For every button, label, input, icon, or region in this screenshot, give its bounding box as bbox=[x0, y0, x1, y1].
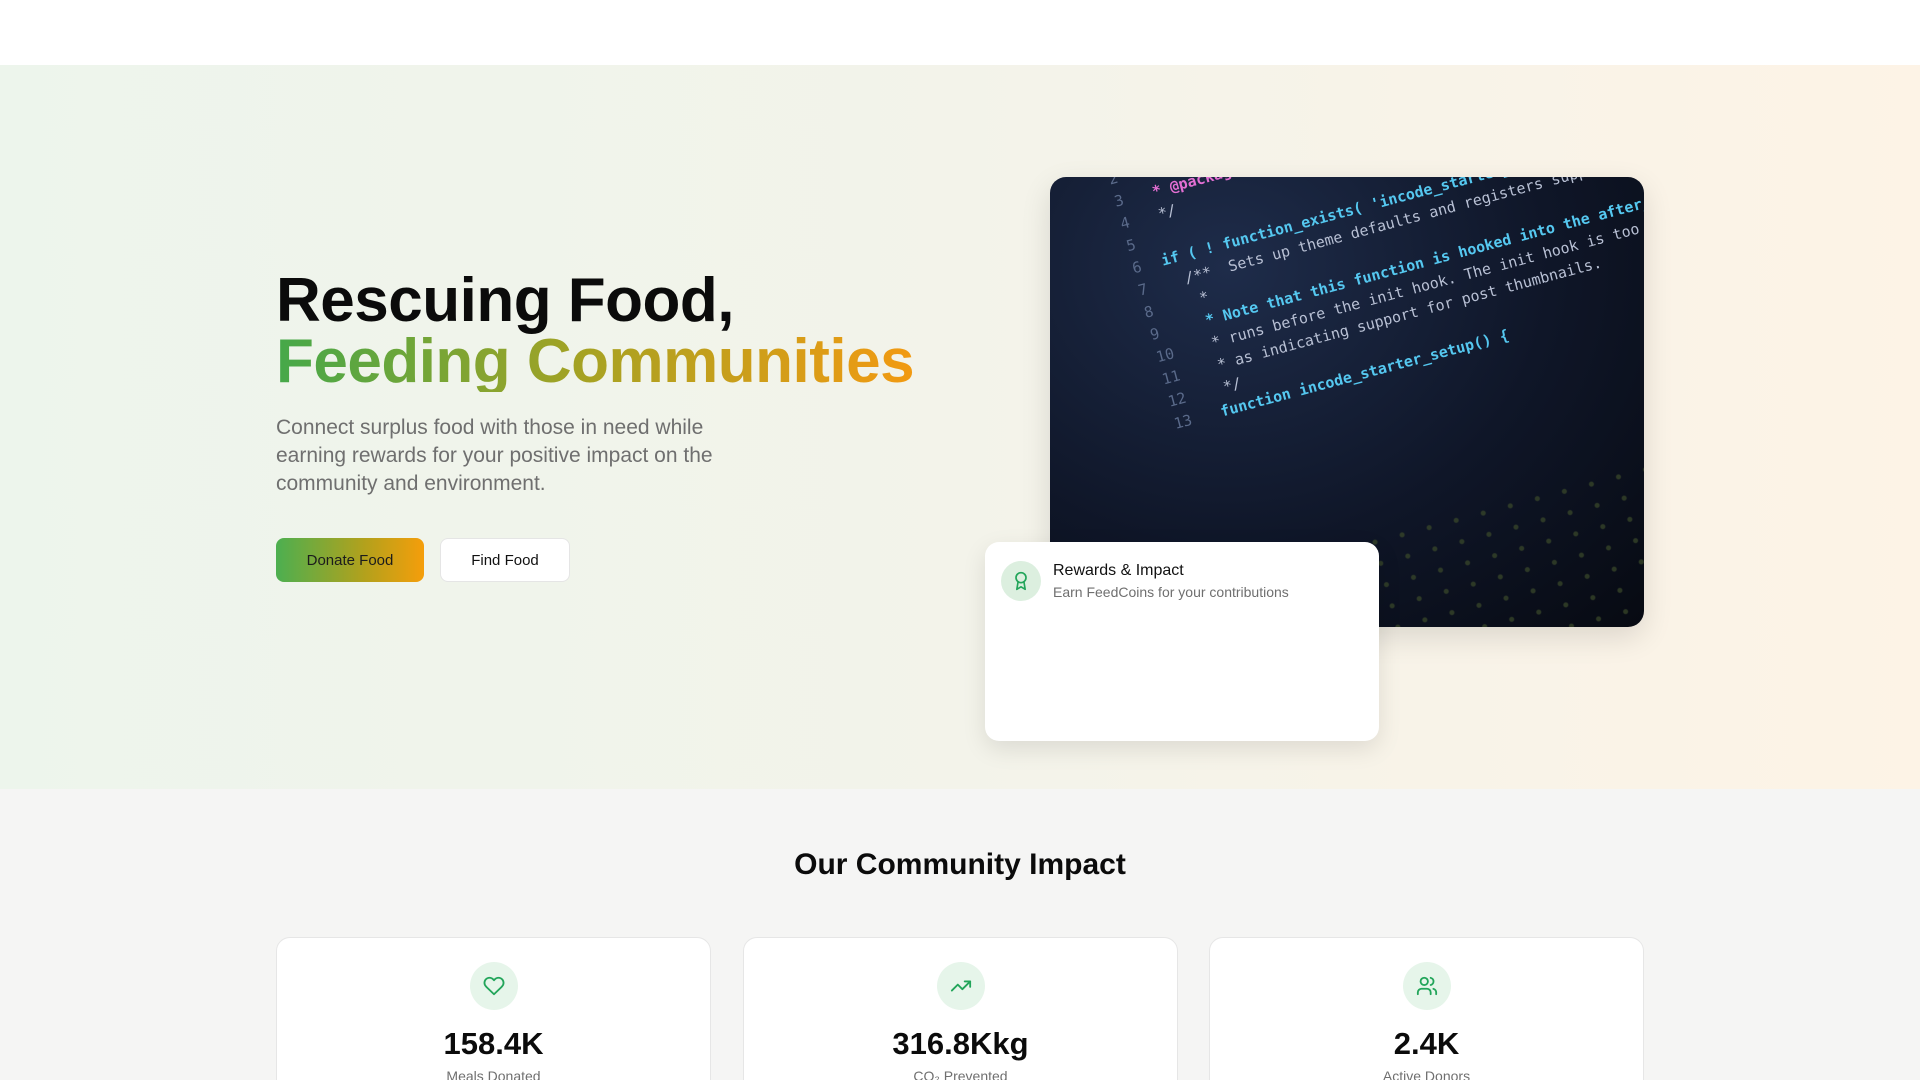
hero-title-line-1: Rescuing Food, bbox=[276, 266, 735, 335]
stat-label: CO₂ Prevented bbox=[913, 1068, 1008, 1080]
stat-card-donors: 2.4K Active Donors bbox=[1209, 937, 1644, 1080]
hero-buttons: Donate Food Find Food bbox=[276, 538, 976, 582]
rewards-subtitle: Earn FeedCoins for your contributions bbox=[1053, 584, 1289, 600]
trending-up-icon bbox=[936, 962, 985, 1010]
donate-food-button[interactable]: Donate Food bbox=[276, 538, 424, 582]
find-food-button[interactable]: Find Food bbox=[440, 538, 570, 582]
keyboard-graphic bbox=[1358, 426, 1644, 627]
rewards-title: Rewards & Impact bbox=[1053, 562, 1184, 579]
hero-section: Rescuing Food, Feeding Communities Conne… bbox=[0, 65, 1920, 789]
users-icon bbox=[1402, 962, 1451, 1010]
stat-label: Meals Donated bbox=[446, 1068, 541, 1080]
top-navigation-bar bbox=[0, 0, 1920, 65]
code-line-text: */ bbox=[1147, 200, 1179, 226]
code-lines: 1 * @link https://developer.wordpress.or… bbox=[1100, 177, 1644, 436]
hero-content: Rescuing Food, Feeding Communities Conne… bbox=[276, 270, 976, 582]
stat-value: 316.8Kkg bbox=[892, 1026, 1029, 1061]
hero-subtitle: Connect surplus food with those in need … bbox=[276, 416, 713, 495]
impact-section-title: Our Community Impact bbox=[794, 848, 1126, 881]
stat-card-co2: 316.8Kkg CO₂ Prevented bbox=[743, 937, 1178, 1080]
stat-label: Active Donors bbox=[1382, 1068, 1471, 1080]
hero-title-line-2: Feeding Communities bbox=[276, 327, 915, 396]
heart-icon bbox=[469, 962, 518, 1010]
award-icon bbox=[1001, 561, 1041, 601]
rewards-card: Rewards & Impact Earn FeedCoins for your… bbox=[985, 542, 1379, 741]
stat-value: 158.4K bbox=[443, 1026, 544, 1061]
stat-card-meals: 158.4K Meals Donated bbox=[276, 937, 711, 1080]
stat-value: 2.4K bbox=[1393, 1026, 1460, 1061]
hero-title: Rescuing Food, Feeding Communities bbox=[276, 270, 976, 396]
